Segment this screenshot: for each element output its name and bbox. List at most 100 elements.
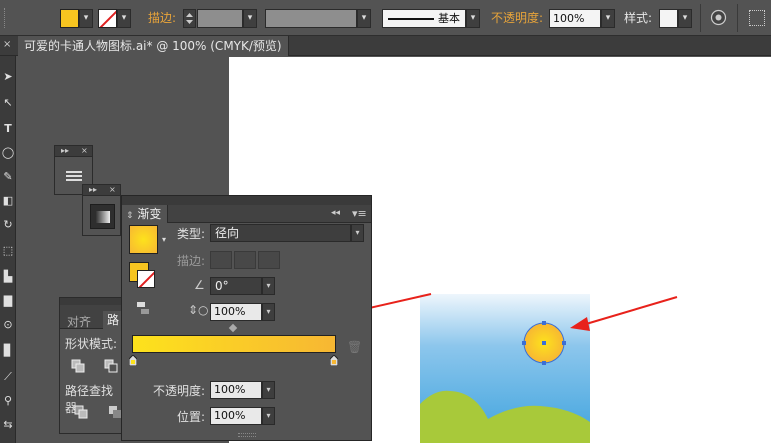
delete-stop-icon[interactable]: 🗑 [347, 340, 362, 354]
graph-tool-icon[interactable]: ▙ [1, 270, 15, 284]
updown-icon: ⇕ [126, 211, 134, 221]
stroke-dropdown[interactable]: ▾ [117, 9, 131, 28]
rotate-tool-icon[interactable]: ↻ [1, 218, 15, 232]
expand-icon[interactable]: ▸▸ [89, 185, 97, 195]
fill-dropdown[interactable]: ▾ [79, 9, 93, 28]
panel-tabbar: ⇕ 渐变 ◂◂ ▾≡ [122, 205, 371, 223]
divider [700, 4, 701, 32]
zoom-tool-icon[interactable]: ⚲ [1, 394, 15, 408]
gradient-swatch-dropdown[interactable]: ▾ [162, 235, 166, 244]
unite-icon[interactable] [71, 359, 85, 373]
eyedropper-tool-icon[interactable]: ⊙ [1, 318, 15, 332]
selection-tool-icon[interactable]: ➤ [1, 70, 15, 84]
stroke-swatch[interactable] [98, 9, 117, 28]
ellipse-tool-icon[interactable]: ◯ [1, 146, 15, 160]
collapse-icon[interactable]: ◂◂ [331, 208, 340, 218]
panel-tabbar: 对齐 路 [60, 305, 124, 329]
anchor-point-top[interactable] [542, 321, 546, 325]
tab-gradient[interactable]: ⇕ 渐变 [122, 205, 169, 223]
eraser-tool-icon[interactable]: ◧ [1, 194, 15, 208]
anchor-point-left[interactable] [522, 341, 526, 345]
variable-width-field[interactable] [265, 9, 357, 28]
gradient-slider[interactable] [132, 335, 336, 353]
tab-align[interactable]: 对齐 [67, 313, 91, 330]
close-icon[interactable]: × [81, 146, 88, 156]
divider [737, 4, 738, 32]
midpoint-diamond[interactable] [228, 323, 238, 333]
collapsed-panel-gradient[interactable]: ▸▸ × [82, 184, 121, 236]
gradient-swatch[interactable] [129, 225, 158, 254]
opacity-label[interactable]: 不透明度: [491, 0, 543, 36]
document-tab[interactable]: 可爱的卡通人物图标.ai* @ 100% (CMYK/预览) [18, 36, 289, 56]
pathfinder-panel: 对齐 路 形状模式: 路径查找器 [59, 297, 125, 434]
hand-tool-icon[interactable]: ⇆ [1, 418, 15, 432]
brush-definition-dropdown[interactable]: ▾ [466, 9, 480, 28]
opacity-dropdown[interactable]: ▾ [601, 9, 615, 28]
gradient-panel: ⇕ 渐变 ◂◂ ▾≡ ▾ 类型: 径向 ▾ 描边: ∠ 0° ▾ ⇕○ 100%… [121, 195, 372, 441]
stroke-along-button[interactable] [234, 251, 256, 269]
location-label: 位置: [177, 410, 206, 424]
resize-grip-icon[interactable] [238, 433, 256, 437]
panel-menu-icon[interactable]: ▾≡ [352, 207, 367, 220]
artwork-scene[interactable] [420, 294, 590, 443]
divide-icon[interactable] [74, 405, 88, 419]
type-tool-icon[interactable]: T [1, 122, 15, 136]
direct-selection-tool-icon[interactable]: ↖ [1, 96, 15, 110]
stepper-arrows-icon [186, 13, 193, 24]
stroke-line-icon [388, 18, 434, 20]
style-label: 样式: [624, 11, 653, 25]
align-to-selection-icon[interactable] [749, 10, 765, 26]
stroke-within-button[interactable] [210, 251, 232, 269]
free-transform-tool-icon[interactable]: ⬚ [1, 244, 15, 258]
aspect-ratio-icon: ⇕○ [188, 303, 209, 317]
fill-swatch[interactable] [60, 9, 79, 28]
close-icon[interactable]: × [3, 39, 11, 50]
close-icon[interactable]: × [109, 185, 116, 195]
control-bar: ▾ ▾ 描边: ▾ ▾ 基本 ▾ 不透明度: 100% ▾ 样式: ▾ [0, 0, 771, 36]
stroke-indicator[interactable] [137, 270, 155, 288]
column-graph-tool-icon[interactable]: ▊ [1, 344, 15, 358]
stroke-weight-dropdown[interactable]: ▾ [243, 9, 257, 28]
brush-definition-field[interactable]: 基本 [382, 9, 466, 28]
gradient-stop-right[interactable] [329, 354, 339, 367]
gradient-panel-icon[interactable] [90, 204, 115, 229]
minus-front-icon[interactable] [104, 359, 118, 373]
slice-tool-icon[interactable]: ⟋ [1, 370, 15, 384]
stroke-label[interactable]: 描边: [148, 0, 176, 36]
stop-opacity-dropdown[interactable]: ▾ [262, 381, 275, 399]
opacity-field[interactable]: 100% [549, 9, 601, 28]
recolor-artwork-icon[interactable] [710, 9, 727, 26]
stop-location-field[interactable]: 100% [210, 407, 262, 425]
trim-icon[interactable] [108, 405, 122, 419]
panel-titlebar [122, 196, 371, 205]
style-swatch[interactable] [659, 9, 678, 28]
pencil-tool-icon[interactable]: ✎ [1, 170, 15, 184]
stroke-across-button[interactable] [258, 251, 280, 269]
aspect-ratio-dropdown[interactable]: ▾ [262, 303, 275, 321]
anchor-point-bottom[interactable] [542, 361, 546, 365]
gradient-type-dropdown[interactable]: ▾ [351, 224, 364, 242]
stroke-weight-field[interactable] [197, 9, 243, 28]
grip-icon [4, 8, 7, 28]
expand-icon[interactable]: ▸▸ [61, 146, 69, 156]
none-icon [138, 271, 154, 287]
reverse-gradient-icon[interactable] [135, 300, 151, 316]
angle-field[interactable]: 0° [210, 277, 262, 295]
type-label: 类型: [177, 227, 206, 241]
gradient-tool-icon[interactable]: ▇ [1, 294, 15, 308]
stroke-weight-stepper[interactable] [183, 9, 196, 28]
gradient-stop-left[interactable] [128, 354, 138, 367]
aspect-ratio-field[interactable]: 100% [210, 303, 262, 321]
gradient-type-select[interactable]: 径向 [210, 224, 351, 242]
stop-opacity-field[interactable]: 100% [210, 381, 262, 399]
stop-location-dropdown[interactable]: ▾ [262, 407, 275, 425]
menu-lines-icon[interactable] [64, 168, 84, 184]
style-dropdown[interactable]: ▾ [678, 9, 692, 28]
angle-dropdown[interactable]: ▾ [262, 277, 275, 295]
stroke-label: 描边: [177, 254, 206, 268]
document-tab-bar: × 可爱的卡通人物图标.ai* @ 100% (CMYK/预览) [0, 36, 771, 56]
opacity-label: 不透明度: [153, 384, 206, 398]
panel-header: ▸▸ × [55, 146, 92, 157]
variable-width-dropdown[interactable]: ▾ [357, 9, 371, 28]
anchor-point-right[interactable] [562, 341, 566, 345]
